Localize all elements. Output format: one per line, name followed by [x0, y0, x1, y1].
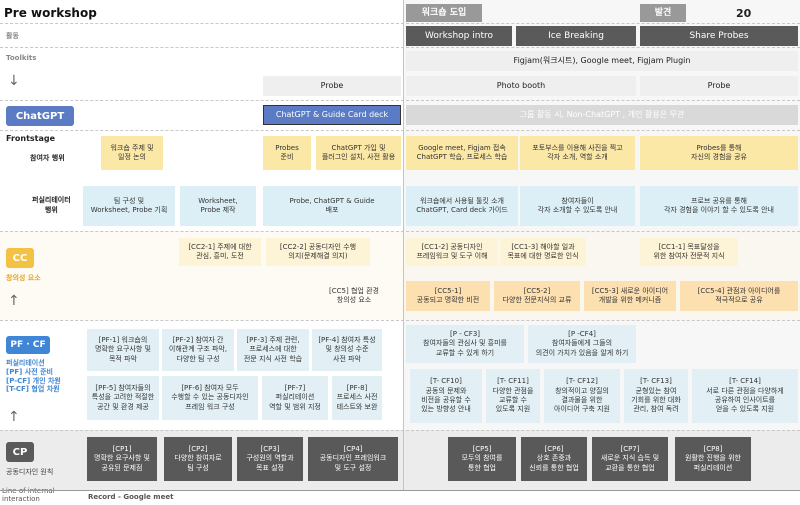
pf-7-box: [PF-7] 퍼실리테이션 역할 및 범위 지정 — [262, 376, 328, 420]
arrow-up-icon: ↑ — [8, 293, 20, 309]
facilitator-action-5: 참여자들이 각자 소개할 수 있도록 안내 — [520, 186, 635, 226]
cp-label-pill: CP — [6, 442, 34, 462]
toolkit-probe-share: Probe — [640, 76, 798, 96]
toolkit-figjam: Figjam(워크시트), Google meet, Figjam Plugin — [406, 51, 798, 71]
participant-action-1: 워크숍 주제 및 일정 논의 — [101, 136, 163, 170]
cp6-box: [CP6] 상호 존중과 신뢰를 통한 협업 — [521, 437, 587, 481]
cc5-2-box: [CC5-2] 다양한 전문지식의 교류 — [494, 281, 580, 311]
facilitator-row-label: 퍼실리테이터 행위 — [32, 196, 71, 214]
toolkit-probe-pre: Probe — [263, 76, 401, 96]
cc-label-pill: CC — [6, 248, 34, 268]
cp5-box: [CP5] 모두의 참여를 통한 협업 — [448, 437, 516, 481]
pf-8-box: [PF-8] 프로세스 사전 테스트와 보완 — [332, 376, 382, 420]
cp-sub-label: 공동디자인 원칙 — [6, 468, 54, 476]
cc2-1-box: [CC2-1] 주제에 대한 관심, 흥미, 도전 — [179, 238, 261, 266]
cc5-4-box: [CC5-4] 관점과 아이디어를 적극적으로 공유 — [680, 281, 798, 311]
arrow-down-icon: ↓ — [8, 73, 20, 89]
pf-cf-label-pill: PF · CF — [6, 336, 50, 354]
facilitator-action-3: Probe, ChatGPT & Guide 배포 — [263, 186, 401, 226]
cc5-1-box: [CC5-1] 공동되고 명확한 비전 — [406, 281, 490, 311]
facilitator-action-1: 팀 구성 및 Worksheet, Probe 기획 — [83, 186, 175, 226]
chatgpt-usage-note: 그룹 활동 시, Non-ChatGPT , 개인 활용은 무관 — [406, 105, 798, 125]
cc2-2-box: [CC2-2] 공동디자인 수행 의지(문제해결 의지) — [266, 238, 370, 266]
chatgpt-label-pill: ChatGPT — [6, 106, 74, 126]
pf-cf-sub-label: 퍼실리테이션 [PF] 사전 준비 [P-CF] 개인 차원 [T-CF] 협업… — [6, 359, 61, 394]
p-cf3-box: [P - CF3] 참여자들의 관심사 및 흥미를 교류할 수 있게 하기 — [406, 325, 524, 363]
participant-row-label: 참여자 행위 — [30, 154, 65, 162]
phase-intro-header: 워크숍 도입 — [406, 4, 482, 22]
pf-6-box: [PF-6] 참여자 모두 수행할 수 있는 공동디자인 프레임 워크 구성 — [162, 376, 258, 420]
toolkit-photo-booth: Photo booth — [406, 76, 636, 96]
pf-2-box: [PF-2] 참여자 간 이해관계 구조 파악, 다양한 팀 구성 — [162, 329, 234, 371]
divider-cp — [0, 430, 800, 431]
cc1-3-box: [CC1-3] 해야할 일과 목표에 대한 명료한 인식 — [500, 238, 586, 266]
cc5-pre-label: [CC5] 협업 환경 창의성 요소 — [329, 286, 379, 304]
facilitator-action-6: 프로브 공유를 통해 각자 경험을 이야기 할 수 있도록 안내 — [640, 186, 798, 226]
pf-1-box: [PF-1] 워크숍의 명확한 요구사항 및 목적 파악 — [87, 329, 159, 371]
cp2-box: [CP2] 다양한 참여자로 팀 구성 — [164, 437, 232, 481]
participant-action-2: Probes 준비 — [263, 136, 311, 170]
t-cf13-box: [T- CF13] 균형있는 참여 기회를 위한 대화 관리, 참여 독려 — [624, 369, 688, 423]
toolkits-row-label: Toolkits — [6, 54, 37, 62]
t-cf12-box: [T- CF12] 창의적이고 양질의 결과물을 위한 아이디어 구축 지원 — [544, 369, 620, 423]
cp7-box: [CP7] 새로운 지식 습득 및 교환을 통한 협업 — [592, 437, 668, 481]
participant-action-4: Google meet, Figjam 접속 ChatGPT 학습, 프로세스 … — [406, 136, 518, 170]
divider-header — [0, 23, 800, 24]
page-title: Pre workshop — [4, 6, 97, 20]
cc1-2-box: [CC1-2] 공동디자인 프레임워크 및 도구 이해 — [406, 238, 498, 266]
facilitator-action-2: Worksheet, Probe 제작 — [180, 186, 256, 226]
phase-discovery-header: 발견 — [640, 4, 686, 22]
cp1-box: [CP1] 명확한 요구사항 및 공유된 문제점 — [87, 437, 157, 481]
t-cf11-box: [T- CF11] 다양한 관점을 교류할 수 있도록 지원 — [486, 369, 540, 423]
participant-action-6: Probes를 통해 자신의 경험을 공유 — [640, 136, 798, 170]
activity-ice-breaking: Ice Breaking — [516, 26, 636, 46]
facilitator-action-4: 워크숍에서 사용될 툴킷 소개 ChatGPT, Card deck 가이드 — [406, 186, 518, 226]
arrow-up-icon-2: ↑ — [8, 409, 20, 425]
participant-action-3: ChatGPT 가입 및 플러그인 설치, 사전 활용 — [316, 136, 401, 170]
cp3-box: [CP3] 구성원의 역할과 목표 설정 — [237, 437, 303, 481]
pf-3-box: [PF-3] 주제 관련, 프로세스에 대한 전문 지식 사전 학습 — [237, 329, 309, 371]
cp4-box: [CP4] 공동디자인 프레임워크 및 도구 설정 — [308, 437, 398, 481]
cp8-box: [CP8] 원활한 진행을 위한 퍼실리테이션 — [675, 437, 751, 481]
t-cf10-box: [T- CF10] 공동의 문제와 비전을 공유할 수 있는 방향성 안내 — [410, 369, 482, 423]
cc5-3-box: [CC5-3] 새로운 아이디어 개발을 위한 메커니즘 — [584, 281, 676, 311]
divider-activity — [0, 47, 800, 48]
activity-share-probes: Share Probes — [640, 26, 798, 46]
divider-chatgpt — [0, 130, 800, 131]
record-label: Record - Google meet — [88, 493, 174, 501]
divider-cc — [0, 231, 800, 232]
t-cf14-box: [T- CF14] 서로 다른 관점을 다양하게 공유하여 인사이트를 얻을 수… — [692, 369, 798, 423]
participant-action-5: 포토부스를 이용해 사진을 찍고 각자 소개, 역할 소개 — [520, 136, 635, 170]
vertical-divider — [403, 0, 404, 490]
divider-toolkits — [0, 100, 800, 101]
cc-sub-label: 창의성 요소 — [6, 274, 41, 282]
page-number: 20 — [736, 7, 752, 20]
divider-pf — [0, 320, 800, 321]
pf-4-box: [PF-4] 참여자 특성 및 창의성 수준 사전 파악 — [312, 329, 382, 371]
frontstage-label: Frontstage — [6, 134, 56, 143]
activity-workshop-intro: Workshop intro — [406, 26, 512, 46]
divider-bottom — [0, 490, 800, 491]
pf-5-box: [PF-5] 참여자들의 특성을 고려한 적절한 공간 및 환경 제공 — [87, 376, 159, 420]
activity-row-label: 활동 — [6, 32, 19, 40]
p-cf4-box: [P -CF4] 참여자들에게 그들의 의견이 가치가 있음을 알게 하기 — [528, 325, 636, 363]
cc1-1-box: [CC1-1] 목표달성을 위한 참여자 전문적 지식 — [640, 238, 738, 266]
chatgpt-guide-card-deck: ChatGPT & Guide Card deck — [263, 105, 401, 125]
